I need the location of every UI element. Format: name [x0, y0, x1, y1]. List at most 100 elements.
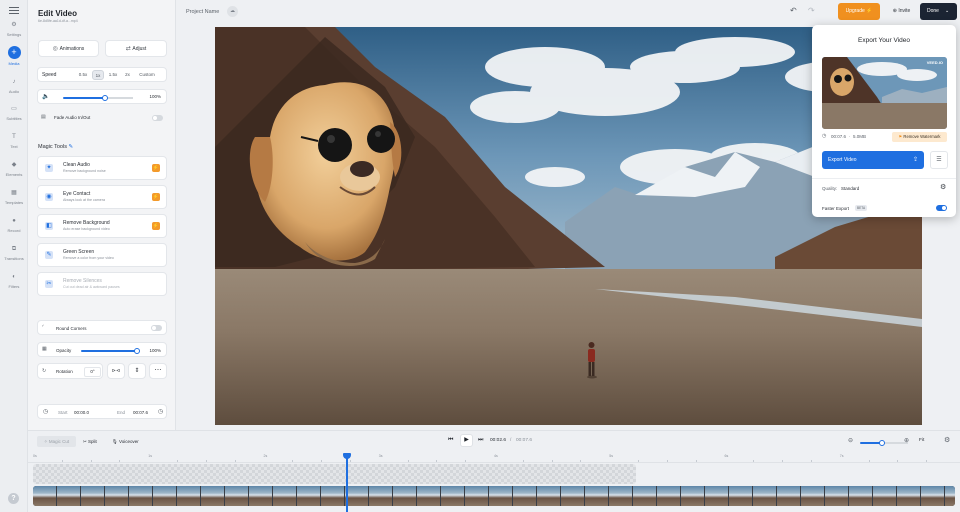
- magic-tool-green-screen[interactable]: ✎ Green Screen Remove a color from your vi…: [37, 243, 167, 267]
- invite-button[interactable]: ⊕ Invite: [885, 3, 918, 20]
- export-options-button[interactable]: ☰: [930, 151, 948, 169]
- video-frame-thumb: [297, 486, 320, 506]
- rail-item-filters[interactable]: ◐ Filters: [0, 272, 28, 289]
- record-icon: ●: [12, 218, 16, 224]
- playhead[interactable]: [343, 453, 352, 512]
- ruler-tick-label: 7s: [839, 454, 844, 458]
- split-button[interactable]: ✂ Split: [83, 436, 97, 447]
- animations-icon: ◎: [52, 46, 60, 52]
- fit-button[interactable]: Fit: [919, 438, 924, 443]
- speed-option[interactable]: 1.5x: [106, 70, 120, 80]
- opacity-label: Opacity: [56, 348, 72, 353]
- video-frame-thumb: [729, 486, 752, 506]
- upgrade-button[interactable]: Upgrade ⚡: [838, 3, 880, 20]
- ruler-tick: [810, 460, 812, 462]
- templates-icon: ▦: [11, 190, 17, 196]
- rail-item-label: Templates: [4, 200, 24, 205]
- quality-label: Quality:: [822, 186, 838, 191]
- speed-option[interactable]: 2x: [122, 70, 133, 80]
- round-corners-label: Round Corners: [56, 326, 87, 331]
- total-time: 00:07.6: [516, 438, 533, 443]
- rail-item-settings[interactable]: ⚙ Settings: [0, 20, 28, 37]
- slider-knob[interactable]: [134, 348, 140, 354]
- ruler-tick-label: 2s: [263, 454, 268, 458]
- animations-button[interactable]: ◎ Animations: [38, 40, 99, 57]
- flip-vertical-button[interactable]: ⇕: [128, 363, 146, 379]
- subtitles-icon: ▭: [11, 106, 17, 112]
- play-button[interactable]: ▶: [460, 434, 473, 447]
- slider-knob[interactable]: [878, 440, 885, 446]
- rail-item-elements[interactable]: ◆ Elements: [0, 160, 28, 177]
- fade-toggle[interactable]: [152, 115, 163, 121]
- timeline-settings-icon[interactable]: ⚙: [944, 436, 950, 444]
- speed-option[interactable]: Custom: [135, 70, 159, 80]
- export-video-button[interactable]: Export Video ⇪: [822, 151, 924, 169]
- voiceover-button[interactable]: 🎙 Voiceover: [112, 436, 139, 447]
- flip-horizontal-button[interactable]: ⊳⊲: [107, 363, 125, 379]
- rail-item-media[interactable]: + Media: [0, 46, 28, 66]
- video-frame-thumb: [513, 486, 536, 506]
- ruler-tick: [638, 460, 640, 462]
- faster-export-toggle[interactable]: [936, 205, 947, 211]
- video-frame-thumb: [57, 486, 80, 506]
- export-size: 5.0MB: [853, 134, 867, 139]
- lightning-icon: ⚡: [866, 8, 873, 14]
- faster-export-label: Faster Export: [822, 206, 850, 211]
- video-track[interactable]: [33, 486, 955, 506]
- skip-forward-icon[interactable]: ⏭: [478, 437, 483, 444]
- speed-option[interactable]: 0.5x: [76, 70, 90, 80]
- rail-item-audio[interactable]: ♪ Audio: [0, 77, 28, 94]
- mic-icon: 🎙: [112, 439, 119, 444]
- video-frame-thumb: [945, 486, 955, 506]
- shapes-icon: ◆: [11, 162, 17, 168]
- skip-back-icon[interactable]: ⏮: [448, 437, 453, 444]
- overlay-track[interactable]: [33, 464, 636, 484]
- rail-item-label: Record: [7, 228, 21, 233]
- speed-option[interactable]: 1x: [92, 70, 104, 80]
- start-value[interactable]: 00:00.0: [74, 410, 89, 415]
- done-button[interactable]: Done ⌄: [920, 3, 957, 20]
- rail-item-subtitles[interactable]: ▭ Subtitles: [0, 104, 28, 121]
- magic-tool-clean-audio[interactable]: ✦ Clean Audio Remove background noise ⚡: [37, 156, 167, 180]
- more-options-button[interactable]: ⋯: [149, 363, 167, 379]
- quality-value[interactable]: Standard: [841, 186, 859, 191]
- ruler-tick: [90, 460, 92, 462]
- zoom-slider[interactable]: [860, 440, 908, 446]
- export-video-label: Export Video: [828, 157, 857, 163]
- fade-label: Fade Audio In/Out: [54, 115, 91, 120]
- undo-icon[interactable]: ↶: [790, 6, 797, 15]
- help-icon[interactable]: ?: [8, 493, 19, 504]
- magic-tool-remove-background[interactable]: ◧ Remove Background Auto erase background …: [37, 214, 167, 238]
- end-value[interactable]: 00:07.6: [133, 410, 148, 415]
- magic-tool-remove-silences[interactable]: ✂ Remove Silences Cut out dead air & awkwa…: [37, 272, 167, 296]
- animations-label: Animations: [59, 46, 85, 52]
- round-corners-toggle[interactable]: [151, 325, 162, 331]
- rotation-input[interactable]: 0°: [84, 367, 101, 377]
- redo-icon[interactable]: ↷: [808, 6, 815, 15]
- magic-cut-button[interactable]: ✧ Magic Cut: [37, 436, 76, 447]
- rotation-label: Rotation: [56, 369, 73, 374]
- rail-item-text[interactable]: T Text: [0, 132, 28, 149]
- remove-watermark-button[interactable]: ⚑ Remove Watermark: [892, 132, 947, 142]
- menu-icon[interactable]: [9, 7, 19, 14]
- opacity-slider[interactable]: [81, 348, 140, 354]
- adjust-button[interactable]: ⇄ Adjust: [105, 40, 167, 57]
- rail-item-templates[interactable]: ▦ Templates: [0, 188, 28, 205]
- ruler-tick-label: 0s: [33, 454, 37, 458]
- zoom-out-icon[interactable]: ⊖: [848, 437, 853, 444]
- zoom-in-icon[interactable]: ⊕: [904, 437, 909, 444]
- video-frame-thumb: [753, 486, 776, 506]
- quality-gear-icon[interactable]: ⚙: [940, 183, 946, 191]
- thumbnail-image: [822, 57, 947, 129]
- volume-card: 🔈 100%: [37, 89, 167, 104]
- volume-slider[interactable]: [63, 95, 133, 101]
- project-name[interactable]: Project Name: [186, 9, 219, 15]
- ruler-tick: [926, 460, 928, 462]
- time-ruler[interactable]: 0s 1s 2s 3s 4s 5s 6s 7s: [28, 453, 960, 463]
- video-frame-thumb: [801, 486, 824, 506]
- rail-item-record[interactable]: ● Record: [0, 216, 28, 233]
- rail-item-transitions[interactable]: ⧉ Transitions: [0, 244, 28, 261]
- slider-knob[interactable]: [102, 95, 108, 101]
- magic-tool-eye-contact[interactable]: ◉ Eye Contact Always look at the camera ⚡: [37, 185, 167, 209]
- video-frame-thumb: [705, 486, 728, 506]
